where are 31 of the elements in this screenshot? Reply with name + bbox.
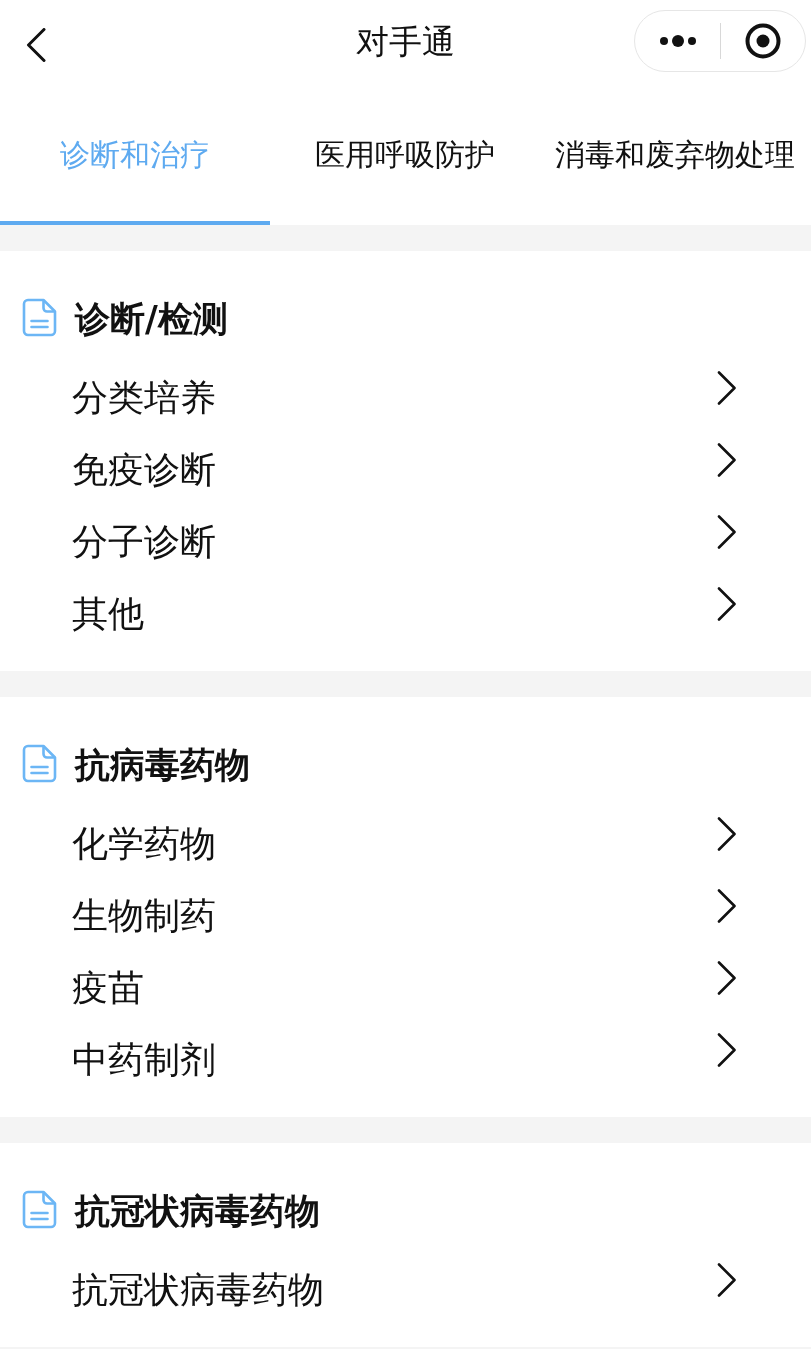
list-item[interactable]: 免疫诊断	[0, 434, 811, 506]
more-dots-icon	[659, 34, 698, 48]
chevron-right-icon	[717, 817, 737, 851]
back-button[interactable]	[24, 26, 48, 64]
chevron-right-icon	[717, 443, 737, 477]
tab[interactable]: 消毒和废弃物处理	[540, 85, 810, 225]
list-item[interactable]: 中药制剂	[0, 1024, 811, 1096]
document-icon	[22, 297, 57, 337]
section-title: 诊断/检测	[75, 298, 228, 341]
list-item[interactable]: 抗冠状病毒药物	[0, 1254, 811, 1326]
list-item[interactable]: 分类培养	[0, 362, 811, 434]
section-title: 抗冠状病毒药物	[75, 1190, 320, 1233]
list-item[interactable]: 其他	[0, 578, 811, 650]
tab[interactable]: 医用呼吸防护	[270, 85, 540, 225]
chevron-right-icon	[717, 1033, 737, 1067]
list-item[interactable]: 化学药物	[0, 808, 811, 880]
chevron-right-icon	[717, 961, 737, 995]
list-item[interactable]: 生物制药	[0, 880, 811, 952]
chevron-right-icon	[717, 587, 737, 621]
document-icon	[22, 743, 57, 783]
list-item[interactable]: 疫苗	[0, 952, 811, 1024]
chevron-right-icon	[717, 371, 737, 405]
chevron-right-icon	[717, 889, 737, 923]
chevron-right-icon	[717, 515, 737, 549]
section-title: 抗病毒药物	[75, 744, 250, 787]
page-title: 对手通	[356, 21, 455, 63]
chevron-right-icon	[717, 1263, 737, 1297]
target-icon	[744, 23, 781, 59]
chevron-left-icon	[26, 28, 46, 62]
document-icon	[22, 1189, 57, 1229]
list-item[interactable]: 分子诊断	[0, 506, 811, 578]
